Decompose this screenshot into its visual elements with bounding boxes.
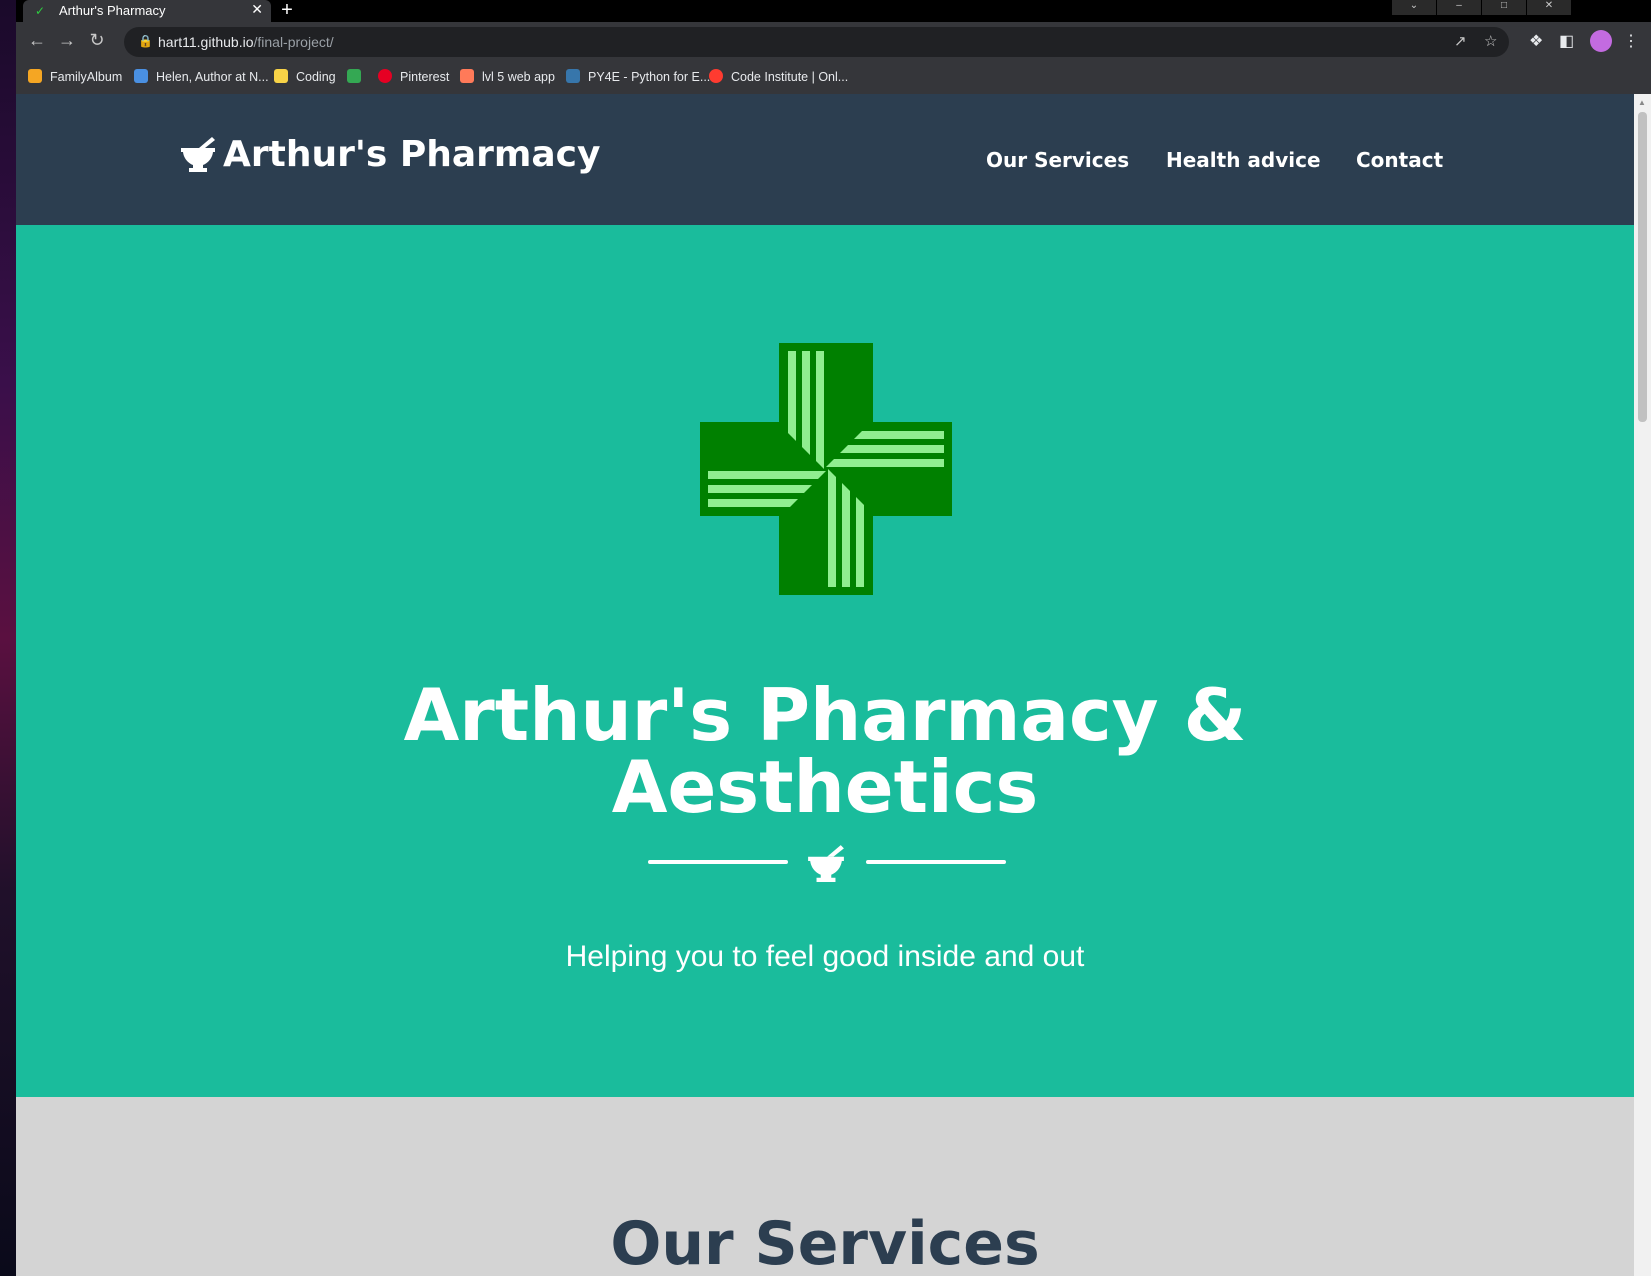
share-icon[interactable]: ↗	[1454, 32, 1467, 50]
divider-line-right	[866, 860, 1006, 864]
page-scrollbar[interactable]: ▲	[1634, 94, 1651, 1276]
scroll-up-icon[interactable]: ▲	[1638, 98, 1646, 107]
scroll-thumb[interactable]	[1638, 112, 1647, 422]
browser-tab[interactable]: ✓ Arthur's Pharmacy ✕	[23, 0, 271, 22]
brand-text: Arthur's Pharmacy	[223, 134, 601, 175]
extensions-icon[interactable]: ❖	[1529, 31, 1543, 51]
address-bar[interactable]: 🔒 hart11.github.io/final-project/ ↗ ☆	[124, 27, 1509, 57]
browser-toolbar: ← → ↻ 🔒 hart11.github.io/final-project/ …	[16, 22, 1651, 62]
minimize-icon[interactable]: –	[1437, 0, 1481, 15]
reload-icon[interactable]: ↻	[86, 30, 108, 51]
mortar-pestle-favicon-icon: ✓	[35, 4, 46, 18]
profile-avatar[interactable]	[1590, 30, 1612, 52]
hero-divider	[648, 842, 1006, 882]
mortar-pestle-icon	[808, 845, 844, 882]
bookmark-helen[interactable]: Helen, Author at N...	[134, 69, 269, 84]
bookmark-code-institute[interactable]: Code Institute | Onl...	[709, 69, 848, 84]
tab-search-icon[interactable]: ⌄	[1392, 0, 1436, 15]
page-viewport: Arthur's Pharmacy Our Services Health ad…	[16, 94, 1634, 1276]
nav-our-services[interactable]: Our Services	[986, 148, 1129, 172]
hero-title-line2: Aesthetics	[611, 745, 1039, 829]
bookmark-familyalbum[interactable]: FamilyAlbum	[28, 69, 122, 84]
hero-subtitle: Helping you to feel good inside and out	[565, 940, 1085, 973]
services-heading: Our Services	[610, 1209, 1040, 1276]
bookmark-star-icon[interactable]: ☆	[1484, 32, 1497, 50]
brand-link[interactable]: Arthur's Pharmacy	[179, 134, 601, 175]
menu-icon[interactable]: ⋮	[1623, 31, 1639, 51]
services-section: Our Services	[16, 1097, 1634, 1276]
bookmark-google-drive[interactable]	[347, 69, 369, 84]
nav-contact[interactable]: Contact	[1356, 148, 1443, 172]
nav-health-advice[interactable]: Health advice	[1166, 148, 1321, 172]
bookmark-coding[interactable]: Coding	[274, 69, 336, 84]
mortar-pestle-icon	[181, 137, 215, 172]
side-panel-icon[interactable]: ◧	[1559, 31, 1574, 51]
bookmarks-bar: FamilyAlbum Helen, Author at N... Coding…	[16, 62, 1651, 94]
desktop-background	[0, 0, 16, 1276]
new-tab-button[interactable]: +	[276, 0, 298, 22]
site-navbar: Arthur's Pharmacy Our Services Health ad…	[16, 94, 1634, 225]
forward-icon[interactable]: →	[56, 30, 78, 51]
bookmark-pinterest[interactable]: Pinterest	[378, 69, 449, 84]
tab-title: Arthur's Pharmacy	[59, 3, 166, 18]
url-text: hart11.github.io/final-project/	[158, 34, 334, 50]
hero-title-line1: Arthur's Pharmacy &	[403, 673, 1247, 757]
hero-title: Arthur's Pharmacy & Aesthetics	[16, 679, 1634, 823]
hero-section: Arthur's Pharmacy & Aesthetics Helping y…	[16, 225, 1634, 1097]
close-window-icon[interactable]: ✕	[1527, 0, 1571, 15]
back-icon[interactable]: ←	[26, 30, 48, 51]
tab-close-icon[interactable]: ✕	[251, 1, 263, 18]
maximize-icon[interactable]: □	[1482, 0, 1526, 15]
divider-line-left	[648, 860, 788, 864]
bookmark-py4e[interactable]: PY4E - Python for E...	[566, 69, 710, 84]
pharmacy-cross-logo	[700, 343, 952, 595]
tab-strip: ✓ Arthur's Pharmacy ✕ + ⌄ – □ ✕	[16, 0, 1651, 22]
browser-window: ✓ Arthur's Pharmacy ✕ + ⌄ – □ ✕ ← → ↻ 🔒 …	[16, 0, 1651, 1276]
bookmark-lvl5-web-app[interactable]: lvl 5 web app	[460, 69, 555, 84]
lock-icon: 🔒	[138, 34, 153, 48]
